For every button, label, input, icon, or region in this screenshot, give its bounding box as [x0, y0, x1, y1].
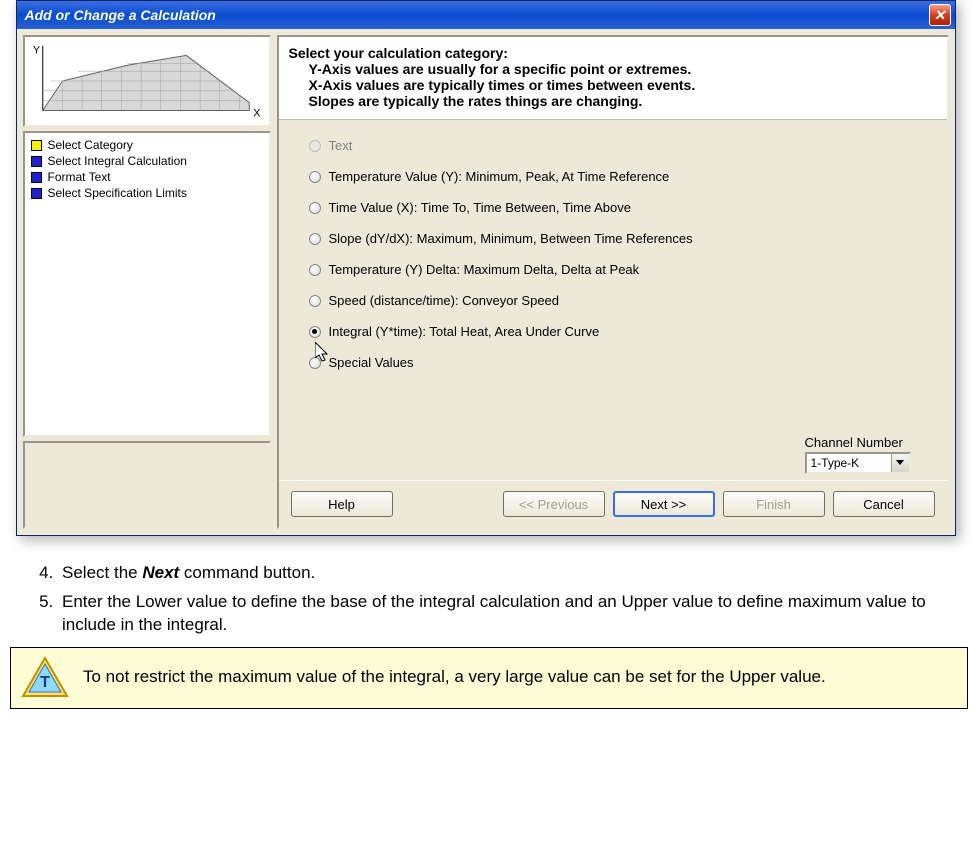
radio-label: Speed (distance/time): Conveyor Speed [329, 293, 560, 308]
radio-text: Text [309, 138, 927, 153]
dropdown-value: 1-Type-K [811, 456, 860, 470]
step-label: Select Category [48, 138, 133, 152]
wizard-steps: Select Category Select Integral Calculat… [23, 131, 271, 437]
instructions-list: Select the Next command button. Enter th… [0, 562, 960, 637]
titlebar: Add or Change a Calculation ✕ [17, 1, 955, 29]
instruction-step-4: Select the Next command button. [58, 562, 950, 585]
header-line-1: Select your calculation category: [289, 45, 937, 61]
dialog-body: Y X [17, 29, 955, 535]
step-format-text[interactable]: Format Text [31, 169, 263, 185]
radio-icon [309, 202, 321, 214]
radio-time-value[interactable]: Time Value (X): Time To, Time Between, T… [309, 200, 927, 215]
radio-label: Slope (dY/dX): Maximum, Minimum, Between… [329, 231, 693, 246]
description-box [23, 441, 271, 529]
radio-icon [309, 295, 321, 307]
options-area: Text Temperature Value (Y): Minimum, Pea… [279, 120, 947, 480]
previous-button: << Previous [503, 491, 605, 517]
left-column: Y X [23, 35, 271, 529]
step-select-integral[interactable]: Select Integral Calculation [31, 153, 263, 169]
header-line-4: Slopes are typically the rates things ar… [289, 93, 937, 109]
step-marker-icon [31, 156, 42, 167]
step-label: Format Text [48, 170, 111, 184]
radio-icon [309, 326, 321, 338]
svg-text:Y: Y [32, 44, 39, 56]
step-select-category[interactable]: Select Category [31, 137, 263, 153]
radio-icon [309, 140, 321, 152]
radio-icon [309, 233, 321, 245]
tip-box: T To not restrict the maximum value of t… [10, 647, 968, 709]
step-spec-limits[interactable]: Select Specification Limits [31, 185, 263, 201]
next-button[interactable]: Next >> [613, 491, 715, 517]
radio-speed[interactable]: Speed (distance/time): Conveyor Speed [309, 293, 927, 308]
radio-label: Temperature (Y) Delta: Maximum Delta, De… [329, 262, 640, 277]
chevron-down-icon [891, 454, 909, 472]
radio-label: Integral (Y*time): Total Heat, Area Unde… [329, 324, 600, 339]
radio-icon [309, 264, 321, 276]
radio-label: Special Values [329, 355, 414, 370]
radio-label: Text [329, 138, 353, 153]
radio-integral[interactable]: Integral (Y*time): Total Heat, Area Unde… [309, 324, 927, 339]
right-column: Select your calculation category: Y-Axis… [277, 35, 949, 529]
radio-slope[interactable]: Slope (dY/dX): Maximum, Minimum, Between… [309, 231, 927, 246]
close-icon: ✕ [934, 7, 946, 24]
channel-dropdown[interactable]: 1-Type-K [805, 452, 911, 474]
dialog-title: Add or Change a Calculation [25, 7, 929, 23]
svg-text:X: X [253, 107, 260, 119]
help-button[interactable]: Help [291, 491, 393, 517]
step-marker-icon [31, 172, 42, 183]
radio-special[interactable]: Special Values [309, 355, 927, 370]
instruction-step-5: Enter the Lower value to define the base… [58, 591, 950, 637]
radio-label: Time Value (X): Time To, Time Between, T… [329, 200, 632, 215]
radio-icon [309, 357, 321, 369]
header-line-3: X-Axis values are typically times or tim… [289, 77, 937, 93]
finish-button: Finish [723, 491, 825, 517]
close-button[interactable]: ✕ [929, 4, 951, 26]
radio-temp-value[interactable]: Temperature Value (Y): Minimum, Peak, At… [309, 169, 927, 184]
channel-label: Channel Number [805, 435, 911, 450]
tip-icon: T [21, 656, 69, 700]
button-row: Help << Previous Next >> Finish Cancel [279, 480, 947, 527]
header-text: Select your calculation category: Y-Axis… [279, 37, 947, 120]
channel-number-group: Channel Number 1-Type-K [805, 435, 911, 474]
chart-preview: Y X [23, 35, 271, 127]
integral-preview-icon: Y X [29, 41, 265, 121]
radio-temp-delta[interactable]: Temperature (Y) Delta: Maximum Delta, De… [309, 262, 927, 277]
header-line-2: Y-Axis values are usually for a specific… [289, 61, 937, 77]
step-label: Select Integral Calculation [48, 154, 187, 168]
step-marker-icon [31, 140, 42, 151]
cancel-button[interactable]: Cancel [833, 491, 935, 517]
radio-label: Temperature Value (Y): Minimum, Peak, At… [329, 169, 670, 184]
step-label: Select Specification Limits [48, 186, 187, 200]
calculation-dialog: Add or Change a Calculation ✕ Y X [16, 0, 956, 536]
tip-text: To not restrict the maximum value of the… [83, 666, 826, 689]
svg-text:T: T [40, 674, 50, 691]
step-marker-icon [31, 188, 42, 199]
radio-icon [309, 171, 321, 183]
